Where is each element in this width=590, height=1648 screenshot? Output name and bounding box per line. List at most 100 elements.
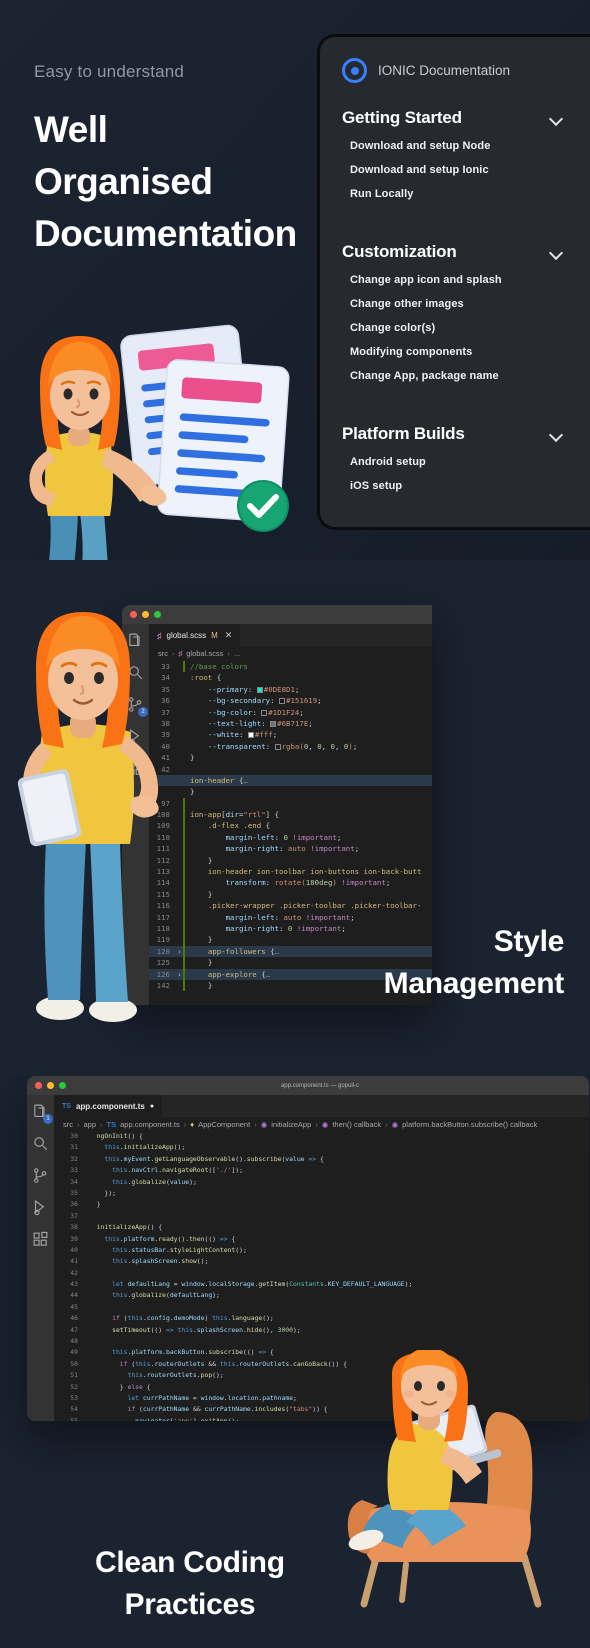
close-icon[interactable]: ✕ — [225, 630, 233, 641]
code-text: navigator['app'].exitApp(); — [135, 1416, 240, 1421]
line-number: 46 — [70, 1314, 78, 1323]
line-number: 50 — [70, 1359, 78, 1368]
code-line[interactable]: 47 setTimeout(() => this.splashScreen.hi… — [54, 1326, 589, 1337]
chevron-down-icon[interactable] — [550, 112, 562, 124]
code-text: }); — [104, 1188, 116, 1197]
line-number: 41 — [70, 1257, 78, 1266]
code-text: this.splashScreen.show(); — [112, 1257, 209, 1266]
breadcrumb-separator: › — [183, 1120, 187, 1129]
code-line[interactable]: 33 this.navCtrl.navigateRoot(['./']); — [54, 1166, 589, 1177]
doc-link[interactable]: Change App, package name — [342, 370, 590, 394]
code-text: this.globalize(defaultLang); — [112, 1291, 220, 1300]
tab-app-component-ts[interactable]: TS app.component.ts ● — [54, 1095, 163, 1117]
breadcrumb-item[interactable]: src — [63, 1120, 73, 1129]
code-line[interactable]: 40 this.statusBar.styleLightContent(); — [54, 1246, 589, 1257]
code-text: ngOnInit() { — [96, 1132, 143, 1140]
documentation-panel: IONIC Documentation Getting Started Down… — [317, 34, 590, 530]
line-number: 40 — [70, 1245, 78, 1254]
breadcrumb-separator: › — [100, 1120, 103, 1129]
explorer-icon[interactable]: 1 — [32, 1103, 53, 1124]
line-number: 30 — [70, 1132, 78, 1140]
breadcrumb-separator: › — [254, 1120, 257, 1129]
doc-link[interactable]: Download and setup Node — [342, 140, 590, 164]
section-well-organised-documentation: Easy to understand Well Organised Docume… — [0, 0, 590, 560]
doc-link[interactable]: Download and setup Ionic — [342, 164, 590, 188]
doc-link[interactable]: iOS setup — [342, 480, 590, 504]
doc-link[interactable]: Change other images — [342, 298, 590, 322]
code-line[interactable]: 30 ngOnInit() { — [54, 1132, 589, 1143]
caption-line-2: Practices — [124, 1588, 256, 1621]
code-text: let currPathName = window.location.pathn… — [127, 1393, 297, 1402]
code-line[interactable]: 34 this.globalize(value); — [54, 1178, 589, 1189]
caption-line-1: Clean Coding — [95, 1546, 285, 1579]
headline-line-2: Organised — [34, 161, 213, 202]
doc-group-platform-builds: Platform Builds Android setup iOS setup — [342, 424, 590, 504]
code-line[interactable]: 46 if (this.config.demoMode) this.langua… — [54, 1314, 589, 1325]
chevron-down-icon[interactable] — [550, 428, 562, 440]
doc-link[interactable]: Run Locally — [342, 188, 590, 212]
close-window-button[interactable] — [35, 1082, 42, 1089]
code-line[interactable]: 44 this.globalize(defaultLang); — [54, 1291, 589, 1302]
code-text: --white: #fff; — [207, 730, 278, 740]
chevron-down-icon[interactable] — [550, 246, 562, 258]
code-text: } — [96, 1200, 101, 1209]
method-symbol-icon: ◉ — [391, 1120, 399, 1129]
caption-line-2: Management — [383, 967, 565, 1000]
source-control-icon[interactable] — [32, 1167, 49, 1184]
breadcrumb-item[interactable]: initializeApp — [271, 1120, 311, 1129]
code-line[interactable]: 36 } — [54, 1200, 589, 1211]
doc-group-header-platform-builds[interactable]: Platform Builds — [342, 424, 590, 444]
code-line[interactable]: 48 — [54, 1337, 589, 1348]
method-symbol-icon: ◉ — [321, 1120, 329, 1129]
breadcrumb-item[interactable]: then() callback — [332, 1120, 381, 1129]
doc-link[interactable]: Change color(s) — [342, 322, 590, 346]
code-line[interactable]: 35 }); — [54, 1189, 589, 1200]
breadcrumb-item[interactable]: ... — [234, 649, 240, 658]
section-style-management: 2 ♯ global.scss M ✕ src › ♯ global.scss … — [0, 560, 590, 1075]
code-line[interactable]: 39 this.platform.ready().then(() => { — [54, 1235, 589, 1246]
code-line[interactable]: 43 let defaultLang = window.localStorage… — [54, 1280, 589, 1291]
doc-group-header-getting-started[interactable]: Getting Started — [342, 108, 590, 128]
maximize-window-button[interactable] — [59, 1082, 66, 1089]
doc-group-header-customization[interactable]: Customization — [342, 242, 590, 262]
doc-link[interactable]: Change app icon and splash — [342, 274, 590, 298]
eyebrow-text: Easy to understand — [34, 62, 185, 81]
line-number: 33 — [70, 1166, 78, 1175]
line-number: 34 — [70, 1177, 78, 1186]
run-debug-icon[interactable] — [32, 1199, 49, 1216]
illustration-girl-armchair — [347, 1350, 542, 1608]
modified-dot-icon: ● — [149, 1103, 155, 1110]
headline-line-3: Documentation — [34, 213, 297, 254]
ts-file-icon: TS — [62, 1103, 71, 1110]
breadcrumb-item[interactable]: platform.backButton.subscribe() callback — [402, 1120, 537, 1129]
line-number: 54 — [70, 1405, 78, 1414]
doc-panel-header: IONIC Documentation — [342, 37, 590, 83]
code-text: --primary: #0DE8D1; — [207, 684, 300, 694]
code-text: margin-left: 0 !important; — [225, 832, 342, 842]
code-line[interactable]: 42 — [54, 1269, 589, 1280]
doc-link[interactable]: Modifying components — [342, 346, 590, 370]
minimize-window-button[interactable] — [47, 1082, 54, 1089]
line-number: 43 — [70, 1280, 78, 1289]
code-line[interactable]: 37 — [54, 1212, 589, 1223]
code-text: initializeApp() { — [96, 1223, 163, 1232]
code-line[interactable]: 45 — [54, 1303, 589, 1314]
line-number: 31 — [70, 1143, 78, 1152]
search-icon[interactable] — [32, 1135, 49, 1152]
code-line[interactable]: 38 initializeApp() { — [54, 1223, 589, 1234]
doc-group-items: Android setup iOS setup — [342, 456, 590, 504]
line-number: 32 — [70, 1154, 78, 1163]
code-line[interactable]: 41 this.splashScreen.show(); — [54, 1257, 589, 1268]
code-line[interactable]: 32 this.myEvent.getLanguageObservable().… — [54, 1155, 589, 1166]
breadcrumb-separator: › — [227, 649, 230, 658]
breadcrumb-item[interactable]: app — [84, 1120, 97, 1129]
doc-link[interactable]: Android setup — [342, 456, 590, 480]
breadcrumb-item[interactable]: AppComponent — [198, 1120, 250, 1129]
extensions-icon[interactable] — [32, 1231, 49, 1248]
tab-label: app.component.ts — [75, 1102, 145, 1111]
doc-group-items: Change app icon and splash Change other … — [342, 274, 590, 394]
breadcrumb-item[interactable]: app.component.ts — [120, 1120, 180, 1129]
code-line[interactable]: 31 this.initializeApp(); — [54, 1143, 589, 1154]
